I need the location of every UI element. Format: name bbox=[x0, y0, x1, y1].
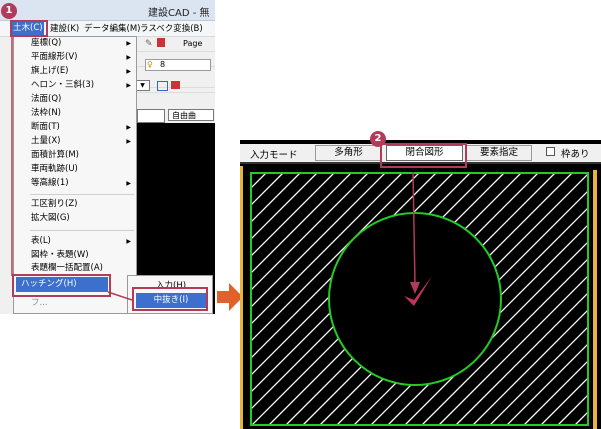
frame-checkbox-label: 枠あり bbox=[561, 149, 590, 160]
input-mode-label: 入力モード bbox=[250, 150, 298, 161]
step-badge-2: 2 bbox=[370, 131, 386, 147]
mode-element-button[interactable]: 要素指定 bbox=[466, 145, 532, 161]
step-badge-1: 1 bbox=[1, 3, 17, 19]
panel-border-left bbox=[240, 166, 243, 429]
hatched-rectangle[interactable] bbox=[250, 172, 589, 426]
panel-border-right bbox=[593, 170, 597, 429]
mode-polygon-button[interactable]: 多角形 bbox=[315, 145, 382, 161]
highlight-nukidashi bbox=[132, 287, 208, 311]
callout-line-2 bbox=[107, 291, 133, 301]
highlight-closed-shape bbox=[380, 143, 467, 168]
highlight-hatching bbox=[12, 274, 111, 297]
frame-checkbox[interactable] bbox=[546, 147, 555, 156]
highlight-menu-doboku bbox=[10, 20, 48, 37]
